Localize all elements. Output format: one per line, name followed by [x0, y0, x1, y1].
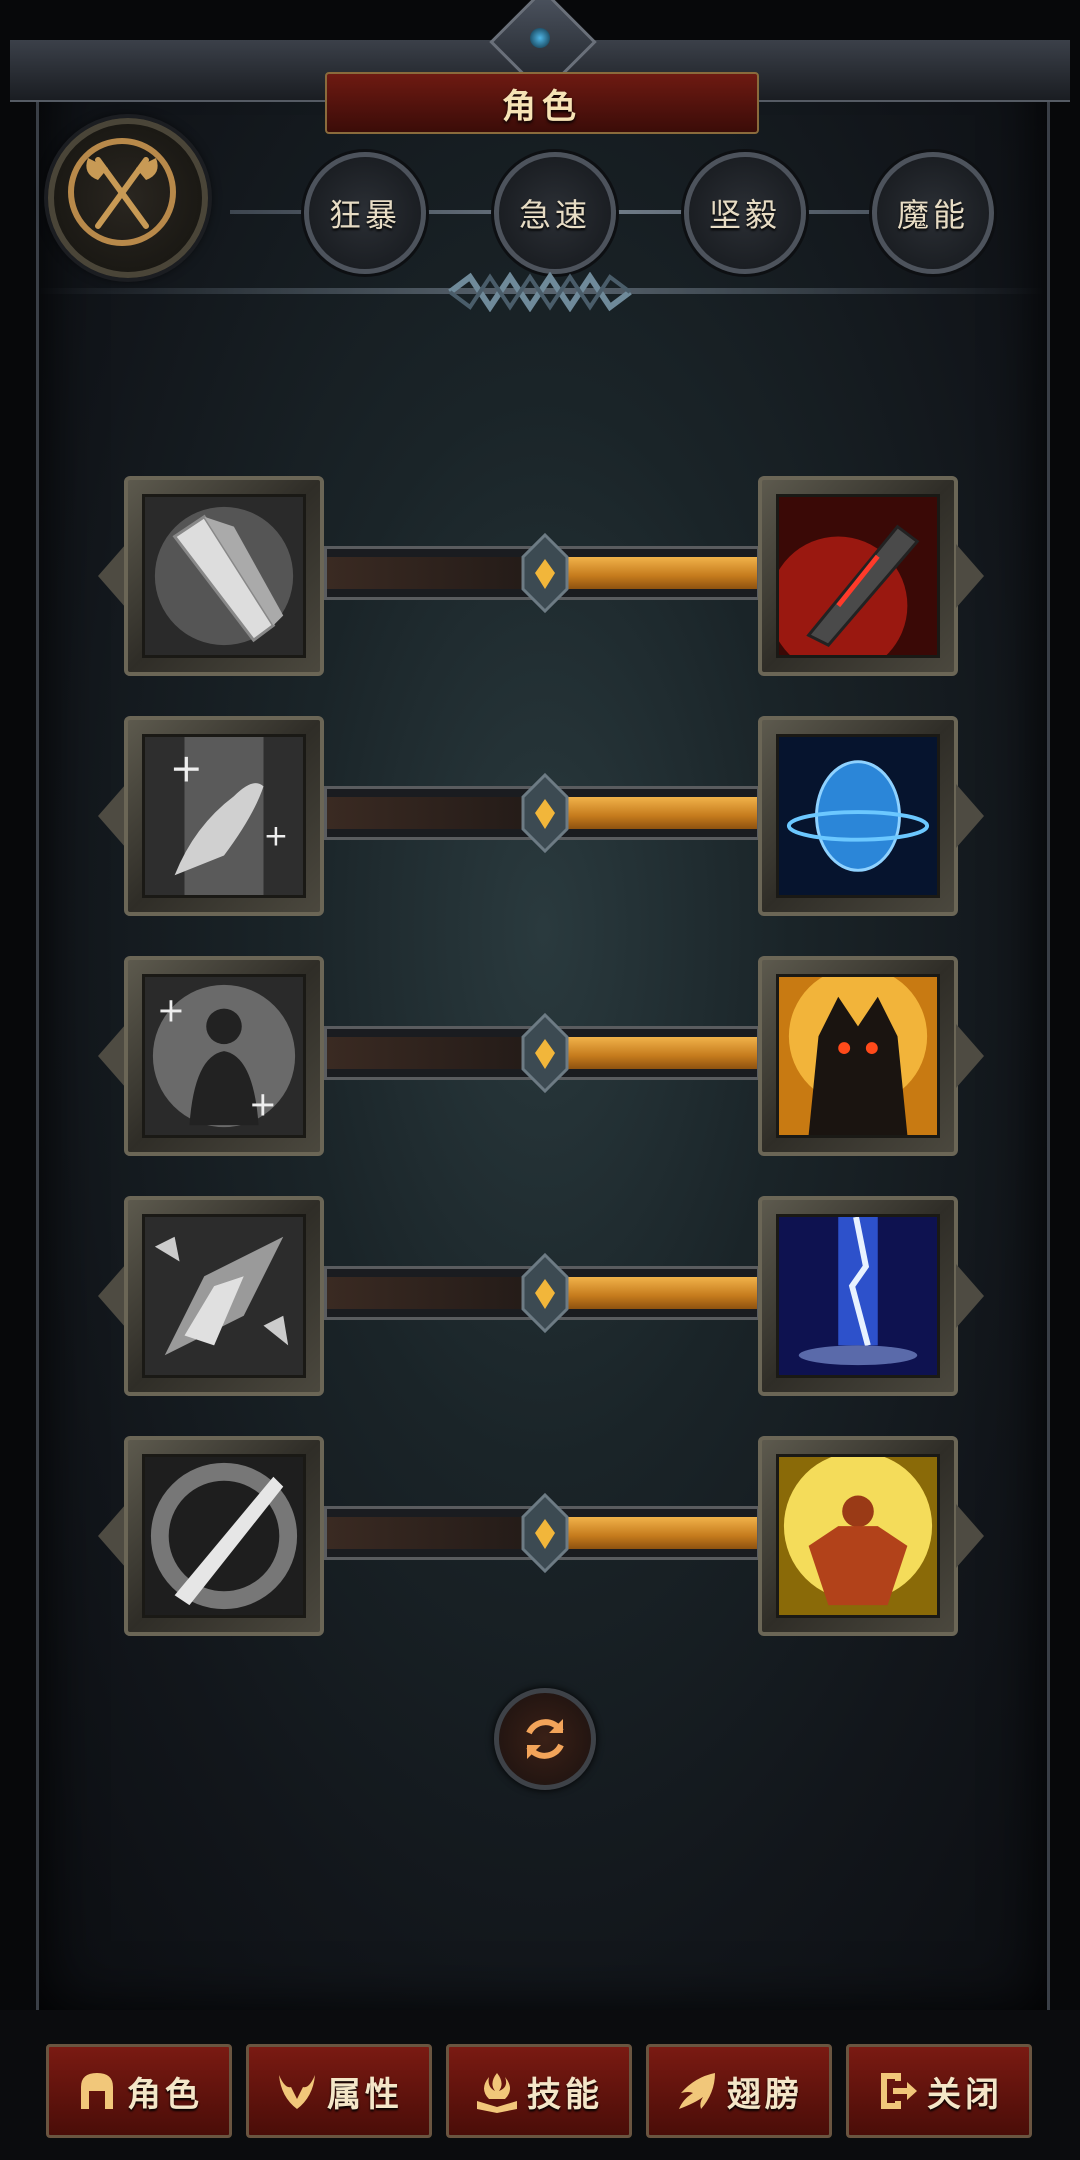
arrow-right-icon	[956, 1264, 984, 1328]
arrow-left-icon	[98, 1024, 126, 1088]
skill-left-4[interactable]	[124, 1196, 324, 1396]
balance-fill	[545, 1517, 757, 1549]
knot-ornament-icon	[448, 272, 632, 312]
balance-bar	[324, 1013, 760, 1093]
arrow-left-icon	[98, 1504, 126, 1568]
tab-berserk[interactable]: 狂暴	[304, 152, 426, 274]
arrow-right-icon	[956, 784, 984, 848]
nav-skills-button[interactable]: 技能	[446, 2044, 632, 2138]
demon-warrior-icon	[776, 974, 940, 1138]
exit-icon	[881, 2073, 917, 2109]
class-emblem	[48, 118, 208, 278]
slider-knob-icon[interactable]	[519, 773, 571, 853]
page-title: 角色	[502, 86, 582, 127]
crystal-shards-icon	[142, 1214, 306, 1378]
rage-warrior-icon	[776, 1454, 940, 1618]
arrow-left-icon	[98, 1264, 126, 1328]
flame-book-icon	[477, 2073, 517, 2113]
crest-gem-icon	[530, 28, 550, 48]
skill-right-5[interactable]	[758, 1436, 958, 1636]
balance-fill	[545, 1277, 757, 1309]
healing-hand-icon: + +	[142, 734, 306, 898]
balance-bar	[324, 773, 760, 853]
balance-fill	[545, 557, 757, 589]
slash-blade-icon	[142, 1454, 306, 1618]
crossed-axes-icon	[86, 157, 158, 229]
arrow-left-icon	[98, 784, 126, 848]
demon-horn-icon	[279, 2075, 315, 2109]
skill-left-3[interactable]: + +	[124, 956, 324, 1156]
arrow-right-icon	[956, 1504, 984, 1568]
skill-right-4[interactable]	[758, 1196, 958, 1396]
arrow-right-icon	[956, 1024, 984, 1088]
arrow-left-icon	[98, 544, 126, 608]
balance-bar	[324, 1493, 760, 1573]
skill-right-3[interactable]	[758, 956, 958, 1156]
skill-left-5[interactable]	[124, 1436, 324, 1636]
balance-bar	[324, 1253, 760, 1333]
skill-row-3: + +	[0, 956, 1080, 1162]
skill-row-2: + +	[0, 716, 1080, 922]
balance-fill	[545, 797, 757, 829]
refresh-icon	[526, 1719, 564, 1759]
skill-row-1	[0, 476, 1080, 682]
slider-knob-icon[interactable]	[519, 1253, 571, 1333]
title-plate: 角色	[325, 72, 759, 134]
slider-knob-icon[interactable]	[519, 1013, 571, 1093]
slider-knob-icon[interactable]	[519, 533, 571, 613]
arrow-right-icon	[956, 544, 984, 608]
nav-character-button[interactable]: 角色	[46, 2044, 232, 2138]
nav-close-button[interactable]: 关闭	[846, 2044, 1032, 2138]
helmet-icon	[81, 2073, 113, 2109]
nav-attributes-button[interactable]: 属性	[246, 2044, 432, 2138]
svg-text:+: +	[157, 990, 185, 1029]
tab-fortitude[interactable]: 坚毅	[684, 152, 806, 274]
balance-fill	[545, 1037, 757, 1069]
sword-red-icon	[776, 494, 940, 658]
blue-shield-egg-icon	[776, 734, 940, 898]
skill-left-1[interactable]	[124, 476, 324, 676]
svg-text:+: +	[249, 1084, 277, 1123]
balance-bar	[324, 533, 760, 613]
sword-gray-icon	[142, 494, 306, 658]
skill-right-1[interactable]	[758, 476, 958, 676]
slider-knob-icon[interactable]	[519, 1493, 571, 1573]
wing-icon	[679, 2073, 715, 2109]
nav-wings-button[interactable]: 翅膀	[646, 2044, 832, 2138]
lightning-strike-icon	[776, 1214, 940, 1378]
skill-row-5	[0, 1436, 1080, 1642]
skill-left-2[interactable]: + +	[124, 716, 324, 916]
skill-row-4	[0, 1196, 1080, 1402]
figure-heal-icon: + +	[142, 974, 306, 1138]
svg-text:+: +	[170, 745, 203, 791]
skill-right-2[interactable]	[758, 716, 958, 916]
refresh-button[interactable]	[494, 1688, 596, 1790]
tab-haste[interactable]: 急速	[494, 152, 616, 274]
tab-magic[interactable]: 魔能	[872, 152, 994, 274]
svg-text:+: +	[264, 819, 289, 853]
